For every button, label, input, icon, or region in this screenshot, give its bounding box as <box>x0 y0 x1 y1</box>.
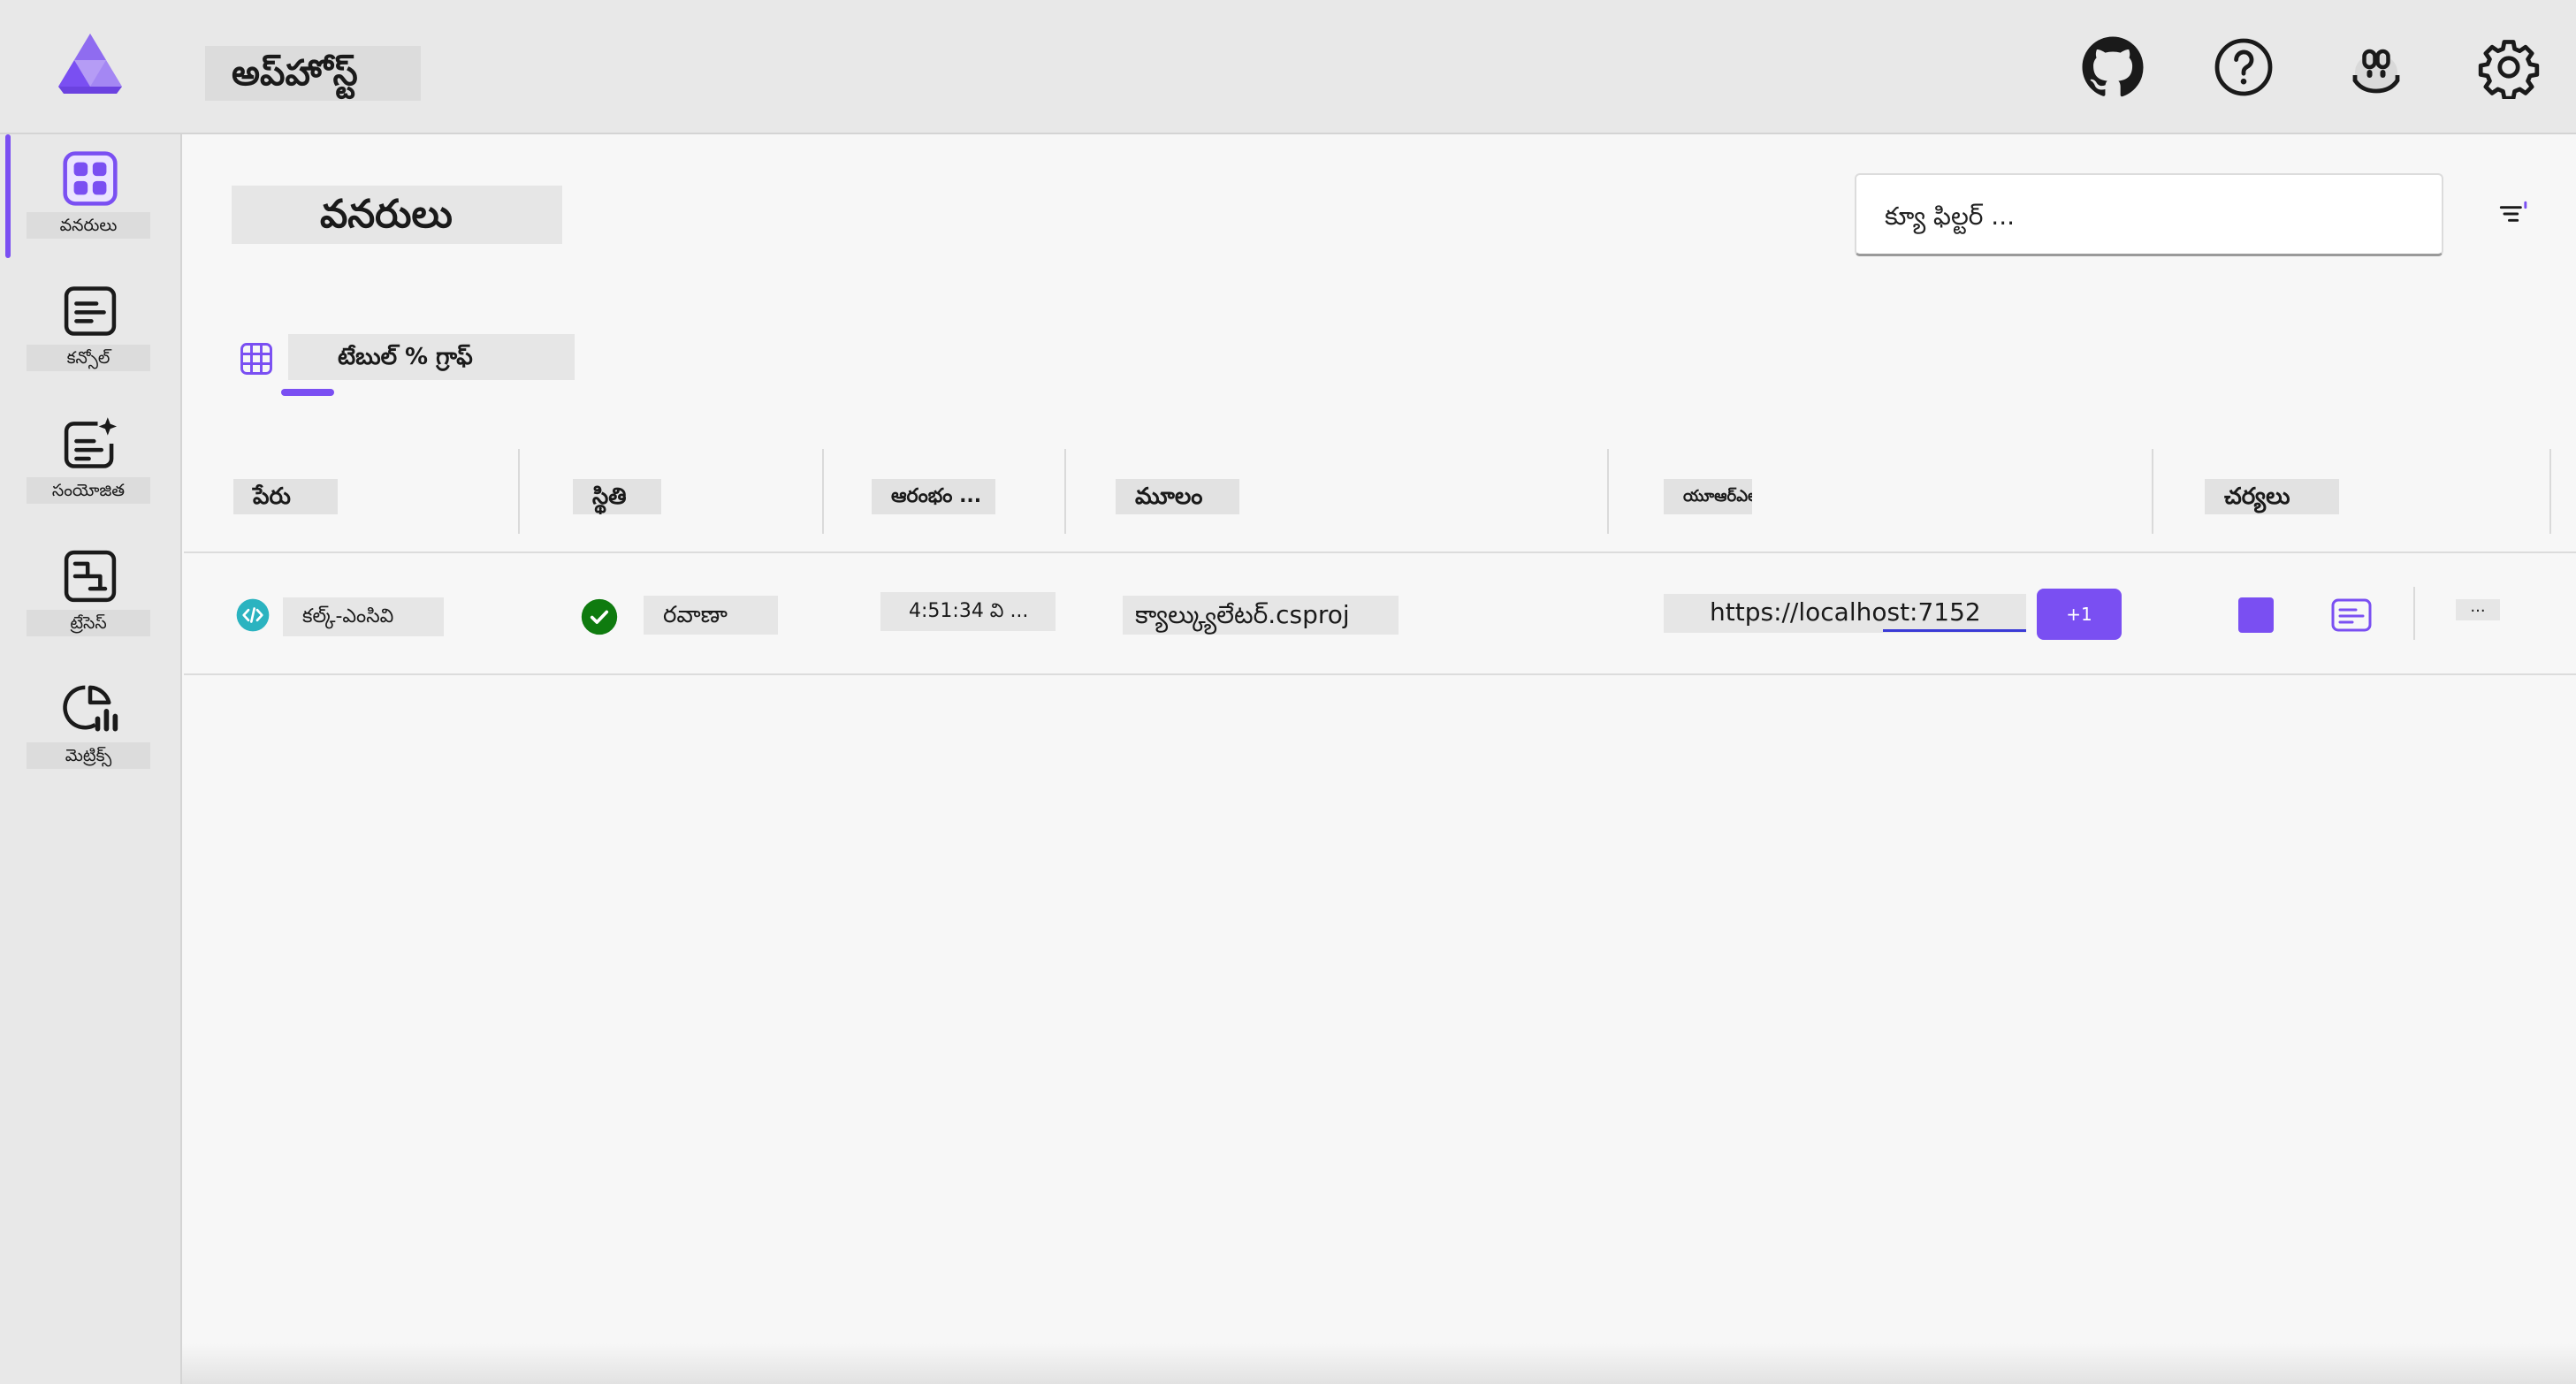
app-window: అప్‌హోస్ట్ వనరులు కన్సోల్ <box>0 0 2576 1384</box>
more-actions-button[interactable]: ... <box>2456 599 2500 620</box>
page-title: వనరులు <box>232 186 562 244</box>
endpoint-url-cell: https://localhost:7152 <box>1664 594 2026 633</box>
column-header-urls[interactable]: యూఆర్ఎల్స్ <box>1664 479 1752 514</box>
sidebar-item-metrics[interactable]: మెట్రిక్స్ <box>0 665 180 797</box>
filter-box[interactable] <box>1855 173 2443 256</box>
actions-divider <box>2413 587 2415 640</box>
traces-icon <box>60 546 120 606</box>
sidebar-item-label: కన్సోల్ <box>27 345 150 371</box>
sidebar-item-console[interactable]: కన్సోల్ <box>0 267 180 399</box>
app-logo-icon[interactable] <box>55 32 126 95</box>
settings-icon[interactable] <box>2477 35 2541 99</box>
filter-options-icon[interactable] <box>2495 194 2534 233</box>
sidebar-item-traces[interactable]: ట్రేసెస్ <box>0 532 180 665</box>
copilot-icon[interactable] <box>2344 35 2408 99</box>
column-divider[interactable] <box>518 449 520 534</box>
help-icon[interactable] <box>2212 35 2275 99</box>
column-header-source[interactable]: మూలం <box>1116 479 1239 514</box>
tab-table-view[interactable]: టేబుల్ % గ్రాఫ్ <box>237 334 576 399</box>
metrics-icon <box>60 679 120 739</box>
sidebar-item-label: మెట్రిక్స్ <box>27 742 150 769</box>
column-divider[interactable] <box>1607 449 1609 534</box>
table-row[interactable]: కల్క్-ఎంసివి రవాణా 4:51:34 వి ... క్యాల్… <box>184 553 2576 675</box>
column-header-name[interactable]: పేరు <box>233 479 338 514</box>
filter-input[interactable] <box>1885 196 2415 235</box>
sidebar-item-structured[interactable]: సంయోజిత <box>0 399 180 532</box>
more-urls-button[interactable]: +1 <box>2037 589 2122 640</box>
sidebar-nav: వనరులు కన్సోల్ సంయోజిత ట్రేసెస్ మెట్రిక్… <box>0 134 182 1384</box>
structured-logs-icon <box>60 414 120 474</box>
endpoint-url-link[interactable]: https://localhost:7152 <box>1710 594 1981 631</box>
resource-source: క్యాల్క్యులేటర్.csproj <box>1123 596 1399 635</box>
url-underline <box>1883 629 2026 632</box>
app-title: అప్‌హోస్ట్ <box>205 46 421 101</box>
start-time: 4:51:34 వి ... <box>880 592 1056 631</box>
resource-name[interactable]: కల్క్-ఎంసివి <box>283 597 444 636</box>
header-bar: అప్‌హోస్ట్ <box>0 0 2576 134</box>
github-icon[interactable] <box>2081 35 2145 99</box>
project-icon <box>235 597 271 633</box>
sidebar-item-label: ట్రేసెస్ <box>27 610 150 636</box>
tab-active-indicator <box>281 389 334 396</box>
column-divider[interactable] <box>2549 449 2551 534</box>
column-header-state[interactable]: స్థితి <box>573 479 661 514</box>
table-header: పేరు స్థితి ఆరంభం ... మూలం యూఆర్ఎల్స్ చర… <box>184 449 2576 553</box>
console-logs-icon[interactable] <box>2330 597 2373 633</box>
resources-table: పేరు స్థితి ఆరంభం ... మూలం యూఆర్ఎల్స్ చర… <box>184 449 2576 675</box>
bottom-shade <box>182 1343 2576 1384</box>
column-divider[interactable] <box>2152 449 2153 534</box>
column-header-start[interactable]: ఆరంభం ... <box>872 479 995 514</box>
column-divider[interactable] <box>1064 449 1066 534</box>
sidebar-item-label: సంయోజిత <box>27 477 150 504</box>
column-header-actions: చర్యలు <box>2205 479 2339 514</box>
stop-icon[interactable] <box>2238 597 2274 633</box>
tab-label: టేబుల్ % గ్రాఫ్ <box>288 334 575 380</box>
resource-state: రవాణా <box>644 596 778 635</box>
console-icon <box>60 281 120 341</box>
sidebar-item-label: వనరులు <box>27 212 150 239</box>
sidebar-item-resources[interactable]: వనరులు <box>0 134 180 267</box>
resources-icon <box>60 148 120 209</box>
running-check-icon <box>580 597 619 636</box>
table-grid-icon <box>237 339 276 378</box>
column-divider[interactable] <box>822 449 824 534</box>
